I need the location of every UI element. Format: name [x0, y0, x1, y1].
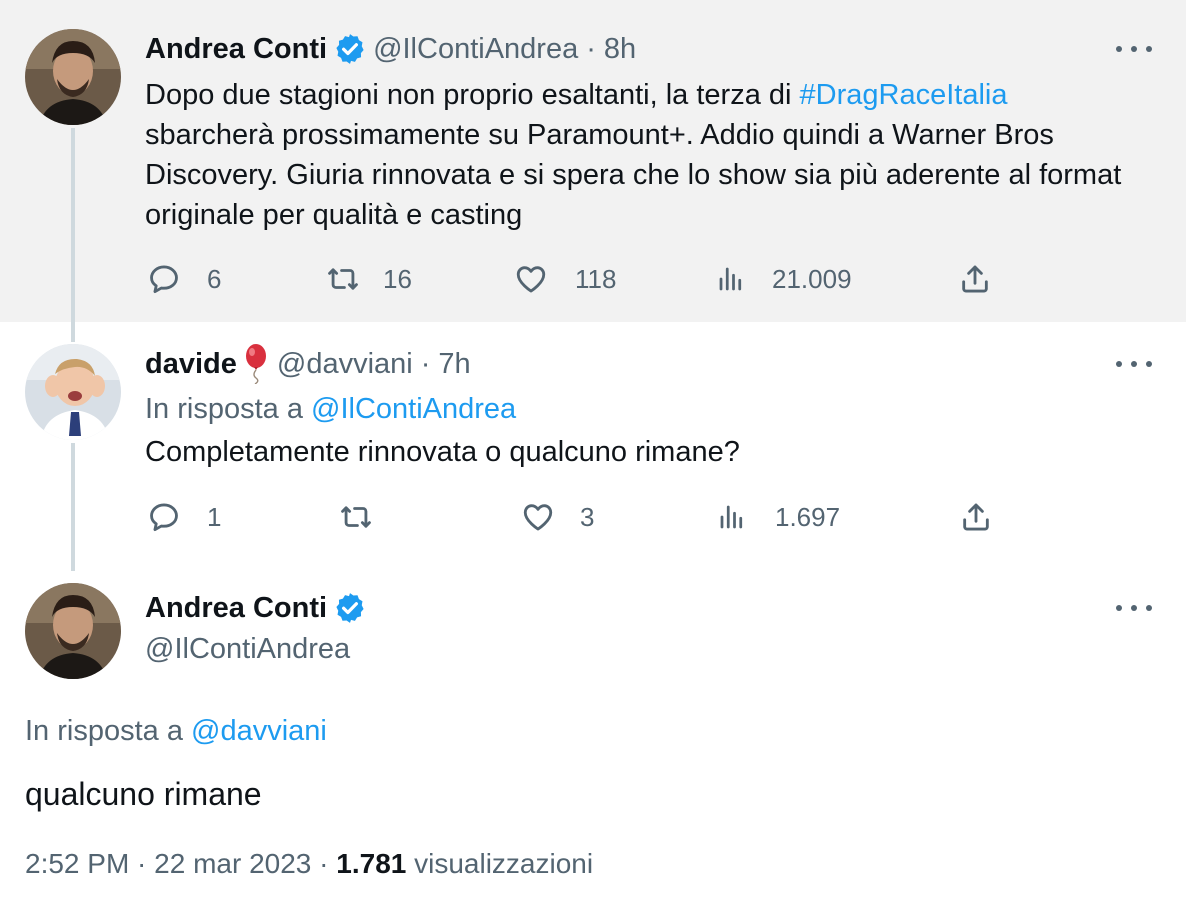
thread-line [71, 322, 75, 342]
hashtag-link[interactable]: #DragRaceItalia [800, 79, 1008, 111]
tweet-text-part: Dopo due stagioni non proprio esaltanti,… [145, 79, 800, 111]
reply-context: In risposta a @davviani [25, 711, 327, 751]
author-name[interactable]: davide [145, 348, 237, 381]
balloon-emoji-icon [243, 344, 269, 385]
retweet-count: 16 [383, 263, 412, 294]
tweet-header: davide @davviani · 7h [145, 344, 471, 385]
reply-prefix: In risposta a [25, 715, 192, 747]
avatar[interactable] [25, 29, 121, 125]
reply-icon [150, 503, 178, 532]
tweet-header: Andrea Conti @IlContiAndrea · 8h [145, 29, 636, 69]
views-label: visualizzazioni [406, 848, 594, 879]
views-button[interactable]: 21.009 [716, 262, 852, 296]
tweet-time[interactable]: 8h [604, 33, 636, 66]
like-count: 118 [575, 263, 617, 294]
timestamp[interactable]: 2:52 PM · 22 mar 2023 · [25, 848, 336, 879]
tweet-text: Completamente rinnovata o qualcuno riman… [145, 436, 740, 468]
views-button[interactable]: 1.697 [717, 500, 840, 534]
author-name[interactable]: Andrea Conti [145, 33, 327, 66]
author-handle[interactable]: @davviani [277, 348, 413, 381]
thread-line [71, 443, 75, 571]
share-button[interactable] [958, 262, 992, 296]
avatar[interactable] [25, 344, 121, 440]
more-icon[interactable] [1116, 354, 1152, 374]
handle-row: @IlContiAndrea [145, 629, 350, 669]
reply-context: In risposta a @IlContiAndrea [145, 389, 516, 429]
share-icon [963, 503, 989, 531]
retweet-button[interactable] [338, 500, 400, 534]
more-icon[interactable] [1116, 39, 1152, 59]
like-button[interactable]: 3 [520, 500, 594, 534]
reply-icon [150, 265, 178, 294]
more-icon[interactable] [1116, 598, 1152, 618]
like-button[interactable]: 118 [513, 262, 616, 296]
reply-count: 1 [207, 501, 222, 532]
reply-button[interactable]: 6 [147, 262, 221, 296]
author-name[interactable]: Andrea Conti [145, 592, 327, 625]
retweet-icon [341, 506, 371, 528]
avatar[interactable] [25, 583, 121, 679]
tweet-header: Andrea Conti [145, 588, 373, 628]
views-count: 1.781 [336, 848, 407, 879]
verified-badge-icon [333, 32, 367, 66]
reply-count: 6 [207, 263, 222, 294]
retweet-icon [328, 268, 358, 290]
separator: · [586, 32, 596, 65]
views-icon [719, 267, 742, 291]
tweet-text: qualcuno rimane [25, 776, 262, 812]
tweet-time[interactable]: 7h [438, 348, 470, 381]
reply-prefix: In risposta a [145, 393, 312, 425]
like-icon [523, 504, 553, 531]
tweet-parent[interactable]: Andrea Conti @IlContiAndrea · 8h Dopo du… [0, 0, 1186, 322]
share-button[interactable] [959, 500, 993, 534]
thread-line [71, 128, 75, 322]
retweet-button[interactable]: 16 [325, 262, 412, 296]
separator: · [420, 347, 431, 380]
tweet-text: Dopo due stagioni non proprio esaltanti,… [145, 75, 1135, 235]
views-count: 21.009 [772, 263, 852, 294]
like-icon [516, 266, 546, 293]
share-icon [962, 265, 988, 293]
author-handle[interactable]: @IlContiAndrea [145, 633, 350, 666]
verified-badge-icon [333, 591, 367, 625]
author-handle[interactable]: @IlContiAndrea [373, 33, 578, 66]
reply-to-link[interactable]: @davviani [191, 715, 327, 747]
like-count: 3 [580, 501, 595, 532]
tweet-text-part: sbarcherà prossimamente su Paramount+. A… [145, 119, 1122, 231]
reply-to-link[interactable]: @IlContiAndrea [311, 393, 516, 425]
reply-button[interactable]: 1 [147, 500, 221, 534]
tweet-meta: 2:52 PM · 22 mar 2023 · 1.781 visualizza… [25, 848, 593, 880]
views-count: 1.697 [775, 501, 841, 532]
views-icon [720, 505, 743, 529]
